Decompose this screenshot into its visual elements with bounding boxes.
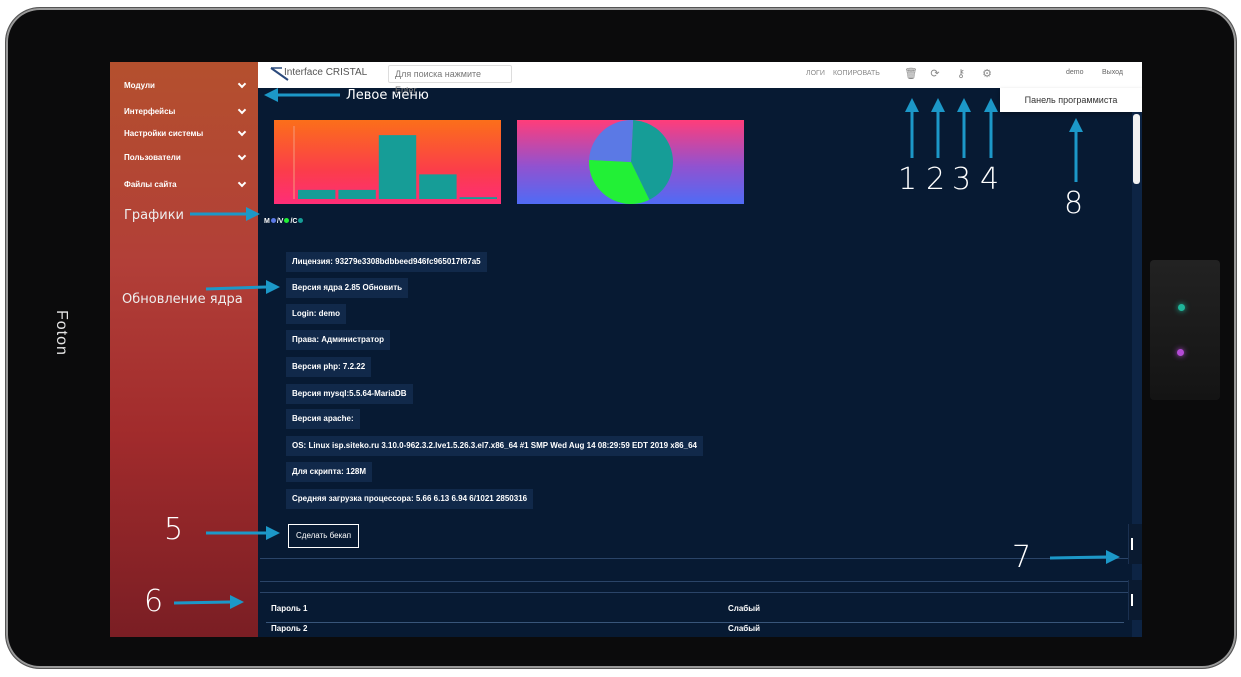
license-info: Лицензия: 93279e3308bdbbeed946fc965017f6… bbox=[286, 252, 487, 272]
bar-chart-card bbox=[274, 120, 501, 204]
trash-icon[interactable]: 🗑 bbox=[904, 67, 918, 81]
annotation-number-8: 8 bbox=[1064, 186, 1084, 221]
backup-button[interactable]: Сделать бекап bbox=[288, 524, 360, 548]
sidebar-item-users[interactable]: Пользователи bbox=[124, 148, 246, 166]
mysql-version-info: Версия mysql:5.5.64-MariaDB bbox=[286, 384, 413, 404]
annotation-number-2: 2 bbox=[926, 162, 946, 197]
password-name: Пароль 2 bbox=[271, 624, 308, 633]
bar-3 bbox=[378, 135, 417, 199]
pie-slice-3 bbox=[589, 119, 634, 162]
arrow-programmer-panel-icon bbox=[1069, 118, 1083, 182]
annotation-number-4: 4 bbox=[980, 162, 1000, 197]
logout-link[interactable]: Выход bbox=[1102, 69, 1123, 76]
rights-info: Права: Администратор bbox=[286, 330, 390, 350]
legend-c-label: /C bbox=[290, 218, 298, 225]
logs-link[interactable]: ЛОГИ bbox=[806, 70, 825, 77]
sidebar-item-label: Модули bbox=[124, 80, 155, 90]
arrow-core-update-icon bbox=[206, 280, 280, 294]
sidebar-item-modules[interactable]: Модули bbox=[124, 76, 246, 94]
key-icon[interactable]: ⚷ bbox=[954, 67, 968, 81]
passwords-panel bbox=[260, 592, 1142, 637]
legend-v-label: /V bbox=[276, 218, 284, 225]
copy-link[interactable]: КОПИРОВАТЬ bbox=[833, 70, 880, 77]
chevron-down-icon bbox=[238, 153, 246, 161]
arrow-charts-icon bbox=[190, 207, 260, 221]
arrow-left-menu-icon bbox=[264, 88, 340, 102]
row-divider bbox=[266, 622, 1124, 623]
script-memory-info: Для скрипта: 128M bbox=[286, 462, 373, 482]
legend-v-dot bbox=[284, 218, 290, 223]
apache-version-info: Версия apache: bbox=[286, 409, 360, 429]
arrow-backup-icon bbox=[206, 526, 280, 540]
legend-m-dot bbox=[270, 218, 276, 223]
user-name[interactable]: demo bbox=[1066, 69, 1084, 76]
left-sidebar: Модули Интерфейсы Настройки системы Поль… bbox=[110, 62, 258, 637]
pie-chart bbox=[589, 119, 673, 204]
annotation-charts: Графики bbox=[124, 208, 185, 223]
chevron-down-icon bbox=[238, 129, 246, 137]
brand-name[interactable]: Interface CRISTAL bbox=[284, 67, 367, 78]
password-strength: Слабый bbox=[728, 624, 760, 633]
search-input[interactable]: Для поиска нажмите Enter bbox=[388, 65, 512, 95]
sidebar-item-interfaces[interactable]: Интерфейсы bbox=[124, 102, 246, 120]
arrow-passwords-icon bbox=[174, 595, 244, 609]
bezel-shade bbox=[1150, 260, 1220, 400]
password-name: Пароль 1 bbox=[271, 604, 308, 613]
side-toggle-button[interactable] bbox=[1128, 524, 1142, 564]
annotation-number-6: 6 bbox=[144, 584, 164, 619]
empty-panel bbox=[260, 558, 1142, 582]
side-toggle-button[interactable] bbox=[1128, 580, 1142, 620]
gear-icon[interactable]: ⚙ bbox=[980, 67, 994, 81]
bar-4 bbox=[419, 174, 457, 199]
device-brand-label: Foton bbox=[53, 310, 70, 356]
sidebar-item-label: Интерфейсы bbox=[124, 106, 176, 116]
cpu-load-info: Средняя загрузка процессора: 5.66 6.13 6… bbox=[286, 489, 534, 509]
bar-chart bbox=[293, 126, 497, 199]
sidebar-item-site-files[interactable]: Файлы сайта bbox=[124, 175, 246, 193]
os-info: OS: Linux isp.siteko.ru 3.10.0-962.3.2.l… bbox=[286, 436, 703, 456]
sidebar-item-system-settings[interactable]: Настройки системы bbox=[124, 124, 246, 142]
login-info: Login: demo bbox=[286, 304, 346, 324]
sidebar-item-label: Файлы сайта bbox=[124, 179, 177, 189]
sidebar-item-label: Настройки системы bbox=[124, 128, 204, 138]
bar-2 bbox=[338, 189, 376, 199]
core-version-update[interactable]: Версия ядра 2.85 Обновить bbox=[286, 278, 409, 298]
bar-1 bbox=[298, 189, 336, 199]
php-version-info: Версия php: 7.2.22 bbox=[286, 357, 372, 377]
pie-chart-card bbox=[517, 119, 744, 204]
arrows-toolbar-icons bbox=[905, 98, 998, 158]
password-strength: Слабый bbox=[728, 604, 760, 613]
chevron-down-icon bbox=[238, 81, 246, 89]
chart-legend: M/V/C bbox=[264, 218, 304, 225]
annotation-number-7: 7 bbox=[1012, 540, 1032, 575]
annotation-number-5: 5 bbox=[164, 512, 184, 547]
bar-5 bbox=[459, 197, 497, 199]
annotation-number-1: 1 bbox=[898, 162, 918, 197]
annotation-number-3: 3 bbox=[952, 162, 972, 197]
refresh-icon[interactable]: ⟳ bbox=[928, 67, 942, 81]
chevron-down-icon bbox=[238, 107, 246, 115]
top-bar: Interface CRISTAL Для поиска нажмите Ent… bbox=[258, 62, 1142, 95]
indicator-light-green bbox=[1178, 304, 1185, 311]
indicator-light-purple bbox=[1177, 349, 1184, 356]
annotation-left-menu: Левое меню bbox=[346, 88, 429, 103]
programmer-panel-menu-item[interactable]: Панель программиста bbox=[1000, 88, 1142, 112]
legend-c-dot bbox=[298, 218, 304, 223]
sidebar-item-label: Пользователи bbox=[124, 152, 181, 162]
chevron-down-icon bbox=[238, 180, 246, 188]
scrollbar-thumb[interactable] bbox=[1133, 114, 1140, 184]
arrow-side-toggle-icon bbox=[1050, 550, 1120, 564]
legend-m-label: M bbox=[264, 218, 270, 225]
